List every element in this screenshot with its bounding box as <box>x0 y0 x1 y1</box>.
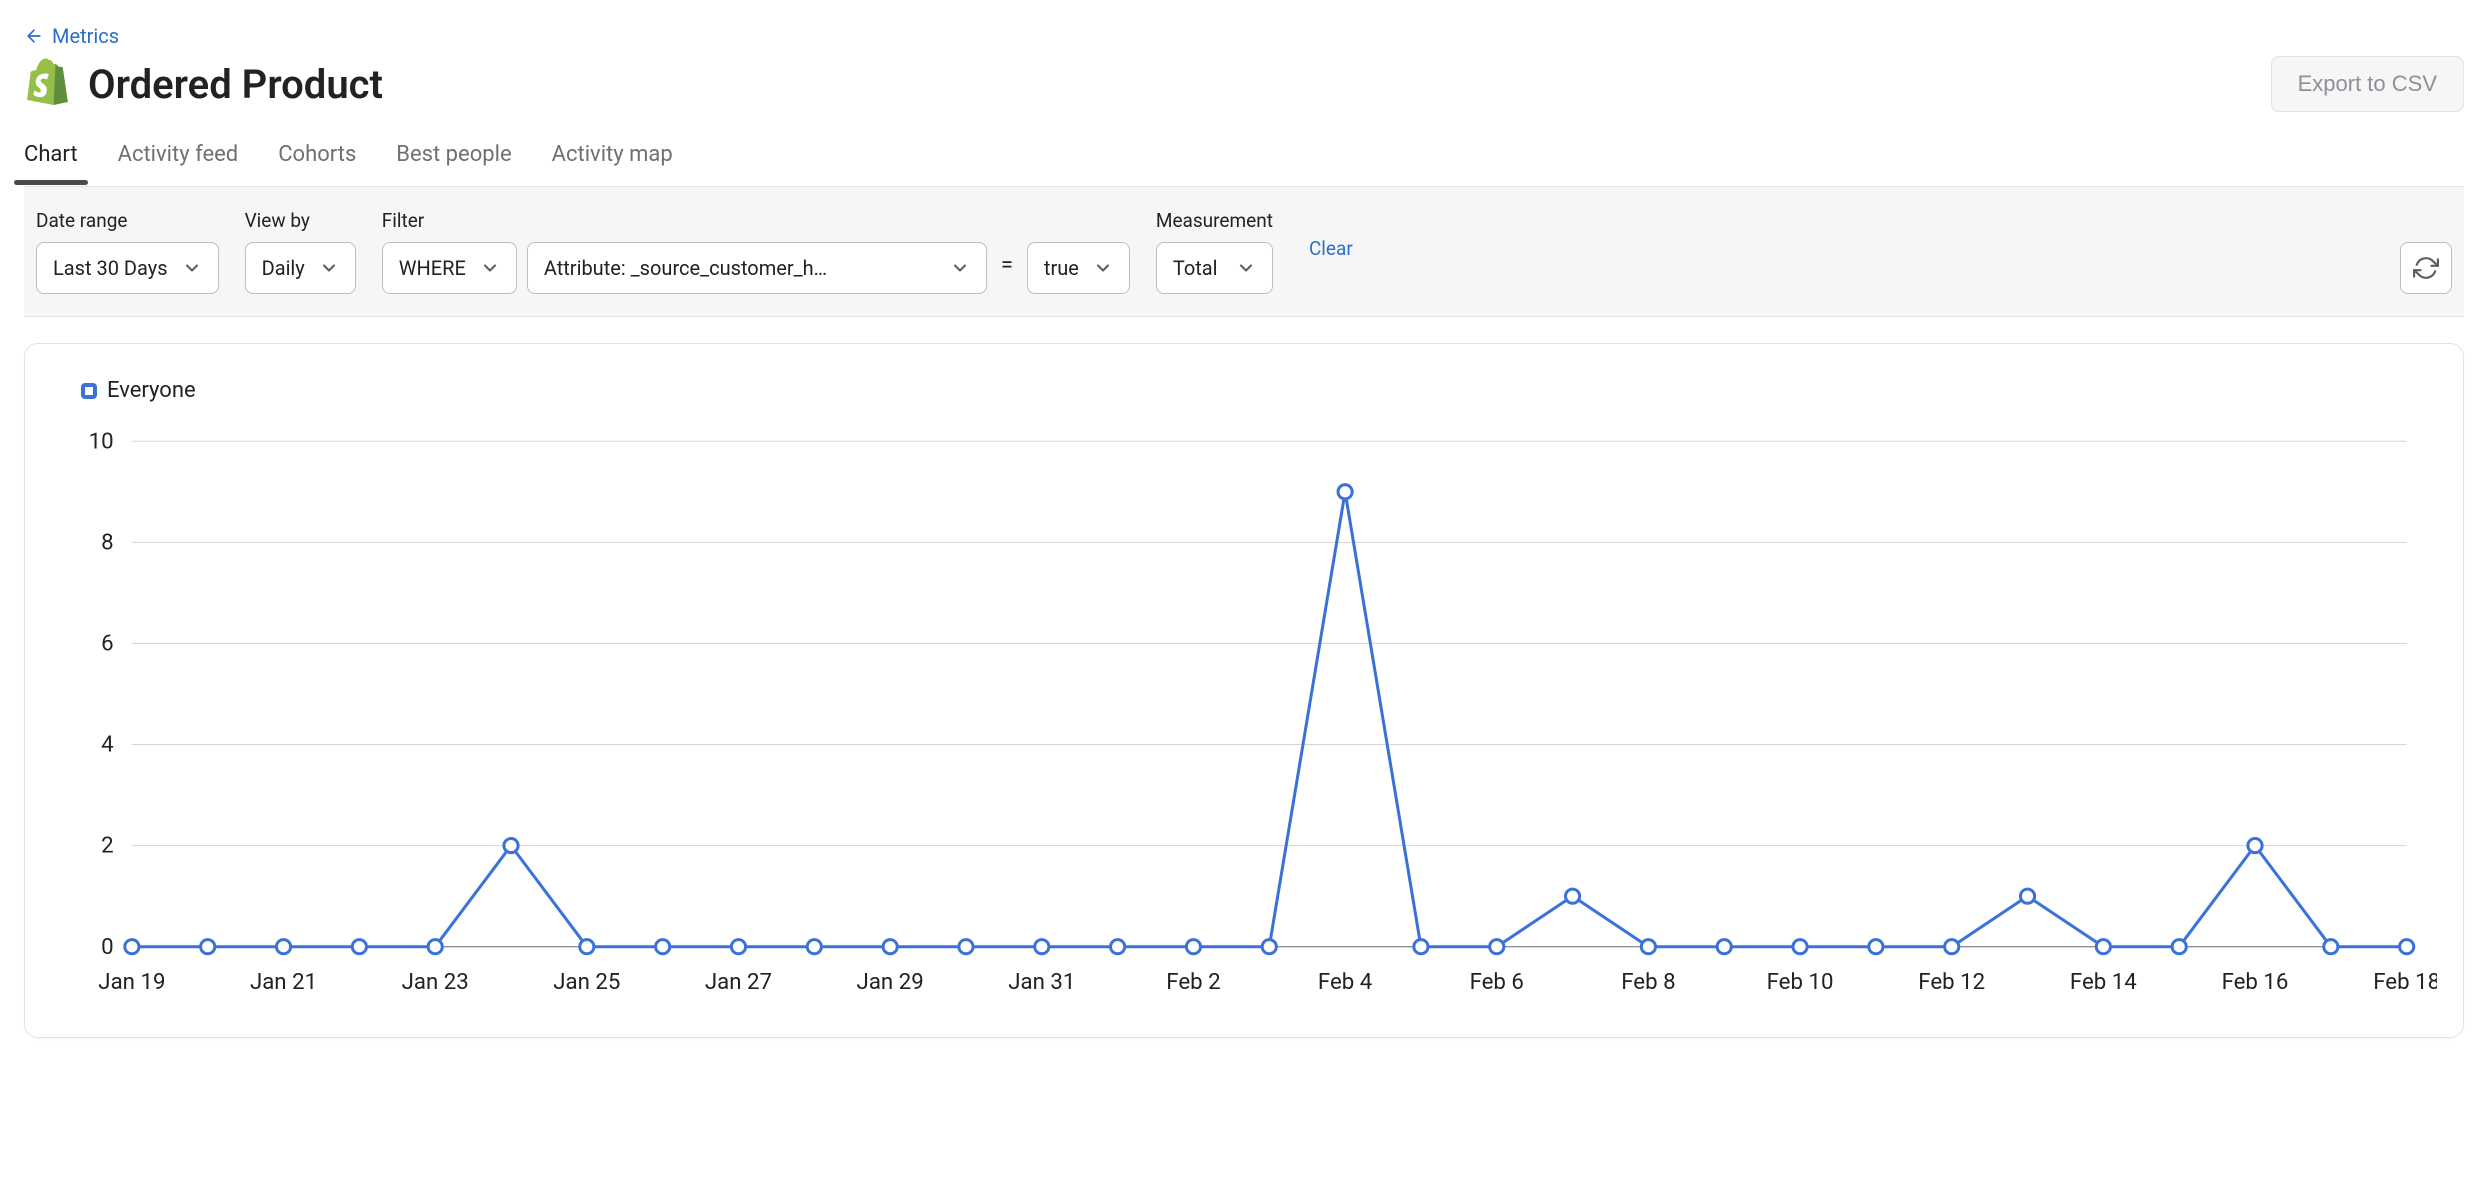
filter-operator: = <box>997 253 1017 278</box>
refresh-icon <box>2413 255 2439 281</box>
svg-text:Jan 19: Jan 19 <box>98 969 165 995</box>
legend-swatch-everyone <box>81 383 97 399</box>
filter-attribute-select[interactable]: Attribute: _source_customer_h… <box>527 242 987 294</box>
clear-filters-link[interactable]: Clear <box>1309 237 1353 260</box>
svg-text:Feb 18: Feb 18 <box>2373 969 2437 995</box>
svg-text:Jan 29: Jan 29 <box>857 969 924 995</box>
view-by-label: View by <box>245 209 356 232</box>
svg-text:Jan 21: Jan 21 <box>250 969 317 995</box>
svg-text:0: 0 <box>101 934 114 960</box>
filter-clause-select[interactable]: WHERE <box>382 242 517 294</box>
chart-legend: Everyone <box>81 378 2437 403</box>
svg-text:10: 10 <box>89 428 114 454</box>
svg-text:Feb 12: Feb 12 <box>1918 969 1985 995</box>
refresh-button[interactable] <box>2400 242 2452 294</box>
chevron-down-icon <box>1093 258 1113 278</box>
svg-text:Feb 10: Feb 10 <box>1767 969 1834 995</box>
svg-text:Jan 27: Jan 27 <box>705 969 772 995</box>
date-range-label: Date range <box>36 209 219 232</box>
svg-text:Jan 25: Jan 25 <box>553 969 620 995</box>
svg-text:2: 2 <box>101 833 114 859</box>
chevron-down-icon <box>480 258 500 278</box>
controls-bar: Date range Last 30 Days View by Daily Fi… <box>24 186 2464 317</box>
chevron-down-icon <box>319 258 339 278</box>
page-title: Ordered Product <box>88 61 383 108</box>
svg-text:4: 4 <box>101 732 114 758</box>
svg-text:Feb 2: Feb 2 <box>1166 969 1220 995</box>
svg-text:Feb 14: Feb 14 <box>2070 969 2137 995</box>
svg-text:8: 8 <box>101 529 114 555</box>
line-chart: 0 2 4 6 8 10 Jan 19 Jan 21 Jan 23 Jan 25 Jan 27 Jan… <box>51 421 2437 1007</box>
measurement-label: Measurement <box>1156 209 1273 232</box>
svg-text:Feb 8: Feb 8 <box>1621 969 1675 995</box>
chart-card: Everyone 0 2 4 6 8 10 Jan 19 Jan 21 Jan 23 Jan 25… <box>24 343 2464 1038</box>
tab-cohorts[interactable]: Cohorts <box>278 136 356 185</box>
tab-chart[interactable]: Chart <box>24 136 78 185</box>
tab-activity-map[interactable]: Activity map <box>552 136 673 185</box>
svg-text:Feb 6: Feb 6 <box>1470 969 1524 995</box>
svg-text:Jan 23: Jan 23 <box>402 969 469 995</box>
tabs: Chart Activity feed Cohorts Best people … <box>24 136 2464 186</box>
legend-series-label: Everyone <box>107 378 196 403</box>
svg-text:Feb 16: Feb 16 <box>2222 969 2289 995</box>
chevron-down-icon <box>950 258 970 278</box>
shopify-icon <box>24 57 72 111</box>
svg-text:6: 6 <box>101 630 114 656</box>
svg-text:Jan 31: Jan 31 <box>1008 969 1075 995</box>
measurement-select[interactable]: Total <box>1156 242 1273 294</box>
tab-activity-feed[interactable]: Activity feed <box>118 136 239 185</box>
back-link-label: Metrics <box>52 24 119 48</box>
date-range-select[interactable]: Last 30 Days <box>36 242 219 294</box>
view-by-select[interactable]: Daily <box>245 242 356 294</box>
filter-value-select[interactable]: true <box>1027 242 1130 294</box>
svg-text:Feb 4: Feb 4 <box>1318 969 1372 995</box>
filter-label: Filter <box>382 209 1130 232</box>
arrow-left-icon <box>24 26 44 46</box>
tab-best-people[interactable]: Best people <box>396 136 511 185</box>
back-to-metrics-link[interactable]: Metrics <box>24 24 119 48</box>
chevron-down-icon <box>182 258 202 278</box>
export-csv-button[interactable]: Export to CSV <box>2271 56 2464 112</box>
chevron-down-icon <box>1236 258 1256 278</box>
